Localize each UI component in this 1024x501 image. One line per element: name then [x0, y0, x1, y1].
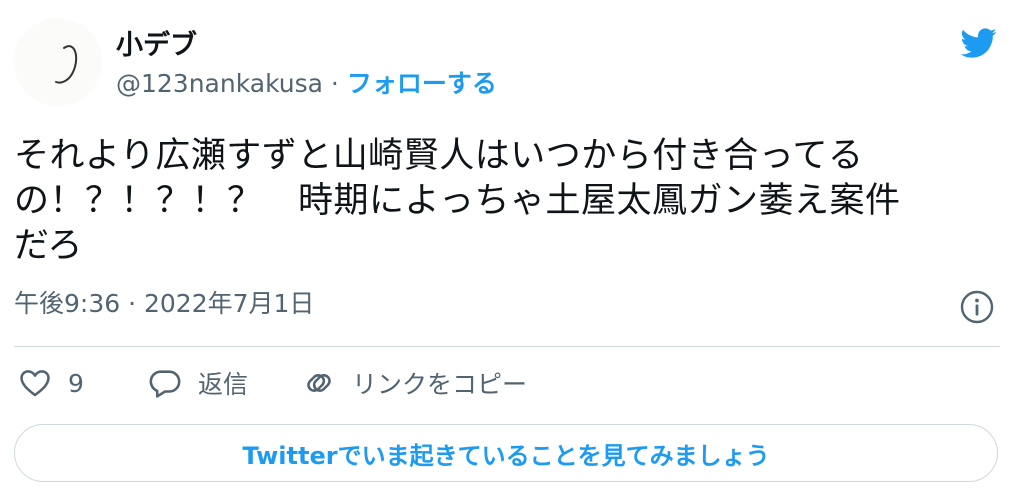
follow-link[interactable]: フォローする — [347, 69, 497, 98]
handle-row: @123nankakusa · フォローする — [116, 68, 497, 100]
tweet-timestamp[interactable]: 午後9:36 · 2022年7月1日 — [14, 288, 314, 320]
display-name[interactable]: 小デブ — [116, 30, 197, 62]
copy-link-button[interactable]: リンクをコピー — [302, 363, 527, 403]
link-icon — [307, 374, 331, 392]
user-handle[interactable]: @123nankakusa — [116, 69, 323, 98]
explore-twitter-button[interactable]: Twitterでいま起きていることを見てみましょう — [14, 424, 998, 482]
info-icon[interactable] — [960, 290, 994, 324]
reply-icon — [149, 370, 181, 398]
explore-twitter-label: Twitterでいま起きていることを見てみましょう — [242, 441, 770, 470]
separator: · — [322, 69, 347, 98]
like-button[interactable]: 9 — [18, 363, 84, 403]
twitter-bird-icon[interactable] — [955, 24, 1001, 62]
avatar-scribble-icon — [55, 45, 78, 84]
reply-label: 返信 — [198, 370, 249, 399]
copy-link-label: リンクをコピー — [352, 370, 528, 399]
reply-button[interactable]: 返信 — [148, 363, 248, 403]
tweet-text: それより広瀬すずと山崎賢人はいつから付き合ってる の！？！？！？ 時期によっちゃ… — [14, 136, 901, 266]
avatar[interactable] — [14, 18, 102, 106]
heart-icon — [20, 370, 50, 397]
divider — [14, 346, 1000, 347]
like-count: 9 — [68, 368, 84, 398]
